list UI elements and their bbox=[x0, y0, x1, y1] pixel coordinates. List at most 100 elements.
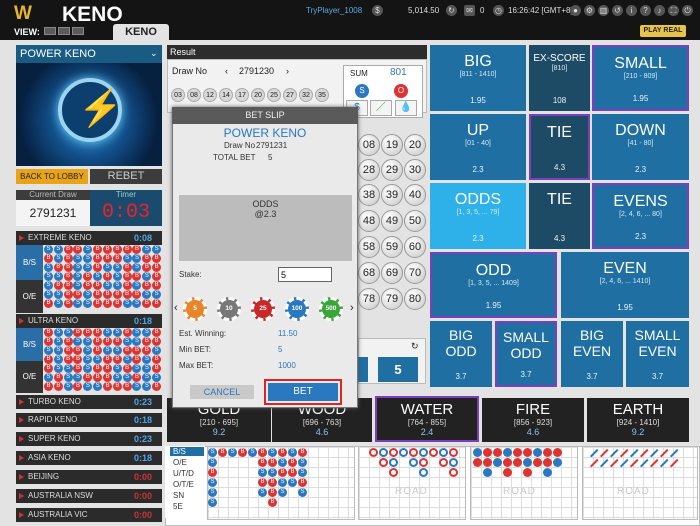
bet-button-frame[interactable]: BET bbox=[264, 379, 342, 405]
number-ball[interactable]: 19 bbox=[381, 134, 403, 156]
game-title[interactable]: POWER KENO bbox=[16, 45, 162, 63]
refresh-icon[interactable]: ↻ bbox=[411, 341, 419, 352]
bet-tile-down[interactable]: DOWN [41 - 80] 2.3 bbox=[592, 114, 689, 180]
bet-tile-big-even[interactable]: BIG EVEN 3.7 bbox=[561, 321, 623, 387]
account-icon[interactable]: ● bbox=[570, 5, 581, 16]
bet-tile-small-even[interactable]: SMALL EVEN 3.7 bbox=[626, 321, 689, 387]
view-single-icon[interactable] bbox=[44, 27, 56, 35]
road-cell: B bbox=[93, 328, 103, 337]
view-double-icon[interactable] bbox=[58, 27, 70, 35]
road-cell: B bbox=[102, 373, 112, 382]
number-ball[interactable]: 39 bbox=[381, 184, 403, 206]
number-ball[interactable]: 30 bbox=[404, 159, 426, 181]
result-ball: 17 bbox=[235, 88, 249, 102]
fullscreen-icon[interactable]: ⛶ bbox=[668, 5, 679, 16]
bet-tile-tie[interactable]: TIE 4.3 bbox=[529, 114, 590, 180]
road-label[interactable]: O/T/E bbox=[170, 480, 204, 489]
chip-5[interactable]: 5 bbox=[183, 297, 207, 321]
number-ball[interactable]: 79 bbox=[381, 288, 403, 310]
number-ball[interactable]: 58 bbox=[358, 236, 380, 258]
number-ball[interactable]: 48 bbox=[358, 210, 380, 232]
logout-icon[interactable]: ⏻ bbox=[682, 5, 693, 16]
chip-25[interactable]: 25 bbox=[251, 297, 275, 321]
number-ball[interactable]: 60 bbox=[404, 236, 426, 258]
bet-tile-small-odd[interactable]: SMALL ODD 3.7 bbox=[495, 321, 557, 387]
game-item-rapid-keno[interactable]: RAPID KENO 0:18 bbox=[16, 413, 162, 427]
road-label[interactable]: SN bbox=[170, 491, 204, 500]
chip-next-icon[interactable]: › bbox=[350, 302, 354, 314]
road-cell: B bbox=[93, 254, 103, 263]
stake-input[interactable] bbox=[278, 267, 332, 282]
game-item-australia-nsw[interactable]: AUSTRALIA NSW 0:00 bbox=[16, 489, 162, 503]
cancel-button[interactable]: CANCEL bbox=[190, 385, 254, 399]
history-icon[interactable]: ↺ bbox=[612, 5, 623, 16]
bet-tile-odd[interactable]: ODD [1, 3, 5, ... 1409] 1.95 bbox=[430, 252, 557, 318]
road-label[interactable]: B/S bbox=[170, 447, 204, 456]
chevron-down-icon[interactable]: ⌄ bbox=[150, 48, 158, 59]
chip-100[interactable]: 100 bbox=[285, 297, 309, 321]
element-tile-fire[interactable]: FIRE [856 - 923] 4.6 bbox=[482, 398, 584, 442]
number-ball[interactable]: 38 bbox=[358, 184, 380, 206]
bet-tile-even[interactable]: EVEN [2, 4, 6, ... 1410] 1.95 bbox=[561, 252, 689, 318]
tab-keno[interactable]: KENO bbox=[113, 24, 169, 40]
game-item-turbo-keno[interactable]: TURBO KENO 0:23 bbox=[16, 395, 162, 409]
game-item-super-keno[interactable]: SUPER KENO 0:23 bbox=[16, 432, 162, 446]
prev-draw-icon[interactable]: ‹ bbox=[225, 66, 228, 76]
info-icon[interactable]: i bbox=[626, 5, 637, 16]
number-ball[interactable]: 80 bbox=[404, 288, 426, 310]
bet-button[interactable]: BET bbox=[268, 383, 338, 401]
bet-tile-tie[interactable]: TIE 4.3 bbox=[529, 183, 590, 249]
game-item-beijing[interactable]: BEIJING 0:00 bbox=[16, 470, 162, 484]
road-label[interactable]: 5E bbox=[170, 502, 204, 511]
game-item-australia-vic[interactable]: AUSTRALIA VIC 0:00 bbox=[16, 508, 162, 522]
number-ball[interactable]: 50 bbox=[404, 210, 426, 232]
number-ball[interactable]: 69 bbox=[381, 262, 403, 284]
settings-icon[interactable]: ⚙ bbox=[584, 5, 595, 16]
element-tile-earth[interactable]: EARTH [924 - 1410] 9.2 bbox=[587, 398, 689, 442]
chip-500[interactable]: 500 bbox=[319, 297, 343, 321]
number-ball[interactable]: 59 bbox=[381, 236, 403, 258]
chip-10[interactable]: 10 bbox=[217, 297, 241, 321]
bet-tile-evens[interactable]: EVENS [2, 4, 6, ... 80] 2.3 bbox=[592, 183, 689, 249]
number-ball[interactable]: 68 bbox=[358, 262, 380, 284]
back-to-lobby-button[interactable]: BACK TO LOBBY bbox=[16, 169, 88, 184]
game-item-ultra-keno[interactable]: ULTRA KENO 0:18 bbox=[16, 314, 162, 328]
road-cell: B bbox=[63, 272, 73, 281]
number-ball[interactable]: 49 bbox=[381, 210, 403, 232]
bet-tile-ex-score[interactable]: EX-SCORE [810] 108 bbox=[529, 45, 590, 111]
bet-tile-big[interactable]: BIG [811 - 1410] 1.95 bbox=[430, 45, 526, 111]
road-cell: B bbox=[93, 364, 103, 373]
number-ball[interactable]: 70 bbox=[404, 262, 426, 284]
rebet-button[interactable]: REBET bbox=[90, 169, 162, 184]
number-ball[interactable]: 40 bbox=[404, 184, 426, 206]
game-item-extreme-keno[interactable]: EXTREME KENO 0:08 bbox=[16, 231, 162, 245]
sound-icon[interactable]: ♪ bbox=[654, 5, 665, 16]
number-ball[interactable]: 28 bbox=[358, 159, 380, 181]
bet-tile-odds[interactable]: ODDS [1, 3, 5, ... 79] 2.3 bbox=[430, 183, 526, 249]
mail-icon[interactable]: ✉ bbox=[464, 5, 475, 16]
play-real-button[interactable]: PLAY REAL bbox=[640, 25, 686, 37]
road-label[interactable]: O/E bbox=[170, 458, 204, 467]
game-name: RAPID KENO bbox=[28, 415, 78, 424]
next-draw-icon[interactable]: › bbox=[286, 66, 289, 76]
number-ball[interactable]: 29 bbox=[381, 159, 403, 181]
number-ball[interactable]: 78 bbox=[358, 288, 380, 310]
road-cell: B bbox=[93, 346, 103, 355]
max-bet-value: 1000 bbox=[278, 361, 296, 370]
username[interactable]: TryPlayer_1008 bbox=[306, 5, 362, 16]
element-tile-water[interactable]: WATER [764 - 855] 2.4 bbox=[375, 396, 479, 442]
quick-pick-count[interactable]: 5 bbox=[378, 357, 418, 382]
view-multi-icon[interactable] bbox=[72, 27, 84, 35]
bet-tile-big-odd[interactable]: BIG ODD 3.7 bbox=[430, 321, 492, 387]
bet-tile-up[interactable]: UP [01 - 40] 2.3 bbox=[430, 114, 526, 180]
chip-prev-icon[interactable]: ‹ bbox=[174, 302, 178, 314]
bet-tile-small[interactable]: SMALL [210 - 809] 1.95 bbox=[592, 45, 689, 111]
number-ball[interactable]: 20 bbox=[404, 134, 426, 156]
number-ball[interactable]: 08 bbox=[358, 134, 380, 156]
game-item-asia-keno[interactable]: ASIA KENO 0:18 bbox=[16, 451, 162, 465]
chart-icon[interactable]: ▥ bbox=[598, 5, 609, 16]
quick-pick-decrease[interactable] bbox=[358, 357, 368, 382]
refresh-icon[interactable]: ↻ bbox=[446, 5, 457, 16]
road-label[interactable]: U/T/D bbox=[170, 469, 204, 478]
help-icon[interactable]: ? bbox=[640, 5, 651, 16]
